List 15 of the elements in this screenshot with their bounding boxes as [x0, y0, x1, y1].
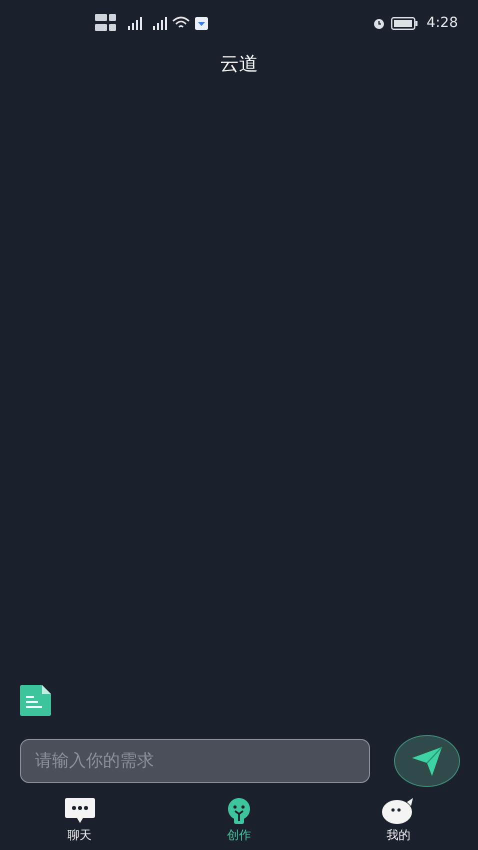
- nav-tab[interactable]: 聊天: [40, 797, 120, 844]
- page-title: 云道: [220, 52, 258, 77]
- app-notification-icon: [195, 16, 208, 30]
- sim-icon: [95, 13, 117, 33]
- document-icon[interactable]: [19, 684, 52, 717]
- nav-tab[interactable]: 我的: [358, 797, 438, 844]
- profile-icon: [381, 797, 416, 825]
- request-input-field[interactable]: 请输入你的需求: [20, 739, 370, 783]
- send-icon: [410, 744, 444, 778]
- status-time: 4:28: [426, 15, 458, 31]
- battery-icon: [390, 16, 418, 30]
- chat-icon: [64, 797, 96, 825]
- alarm-icon: [372, 16, 386, 30]
- nav-tab[interactable]: 创作: [198, 797, 279, 844]
- wifi-icon: [172, 16, 190, 30]
